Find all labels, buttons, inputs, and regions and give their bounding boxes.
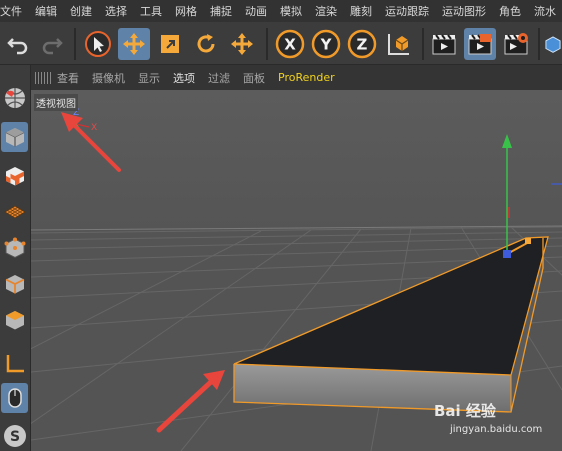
select-tool-button[interactable] bbox=[82, 28, 114, 60]
menu-mograph[interactable]: 运动图形 bbox=[442, 3, 486, 19]
viewport-menu-filter[interactable]: 过滤 bbox=[208, 70, 230, 86]
texture-mode-button[interactable] bbox=[1, 161, 28, 191]
x-axis-handle[interactable] bbox=[525, 238, 531, 244]
menu-render[interactable]: 渲染 bbox=[315, 3, 337, 19]
live-selection-button[interactable] bbox=[226, 28, 258, 60]
rotate-icon bbox=[197, 34, 215, 53]
grid-plane-icon bbox=[3, 205, 26, 219]
axis-x-icon: X bbox=[275, 29, 305, 59]
undo-icon bbox=[7, 38, 28, 55]
menu-bar: 文件 编辑 创建 选择 工具 网格 捕捉 动画 模拟 渲染 雕刻 运动跟踪 运动… bbox=[0, 0, 562, 22]
menu-select[interactable]: 选择 bbox=[105, 3, 127, 19]
menu-tools[interactable]: 工具 bbox=[140, 3, 162, 19]
menu-file[interactable]: 文件 bbox=[0, 3, 22, 19]
toolbar-separator bbox=[538, 28, 540, 60]
axis-label-x: X bbox=[91, 123, 97, 133]
mouse-icon bbox=[7, 388, 22, 408]
rotate-tool-button[interactable] bbox=[190, 28, 222, 60]
redo-icon bbox=[42, 38, 63, 55]
render-settings-icon bbox=[504, 33, 528, 55]
undo-button[interactable] bbox=[2, 28, 34, 60]
z-axis-handle[interactable] bbox=[503, 250, 511, 258]
toolbar-separator bbox=[266, 28, 268, 60]
checker-cube-icon bbox=[5, 167, 24, 186]
svg-text:X: X bbox=[284, 36, 296, 54]
svg-text:Y: Y bbox=[320, 36, 333, 54]
axis-corner-icon bbox=[6, 355, 24, 373]
svg-text:S: S bbox=[9, 429, 19, 445]
axis-mode-button[interactable] bbox=[1, 349, 28, 379]
axis-x-button[interactable]: X bbox=[274, 28, 306, 60]
redo-button[interactable] bbox=[36, 28, 68, 60]
toolbar-separator bbox=[74, 28, 76, 60]
snap-button[interactable]: S bbox=[1, 421, 28, 451]
viewport-menu-bar: 查看 摄像机 显示 选项 过滤 面板 ProRender bbox=[31, 65, 562, 90]
watermark-url: jingyan.baidu.com bbox=[450, 424, 543, 435]
render-settings-button[interactable] bbox=[500, 28, 532, 60]
perspective-viewport[interactable]: Z X bbox=[31, 90, 562, 451]
cursor-icon bbox=[85, 31, 111, 57]
left-palette: S bbox=[0, 65, 31, 451]
drag-handle-icon[interactable] bbox=[35, 71, 51, 84]
clapperboard-icon bbox=[432, 34, 456, 55]
menu-simulate[interactable]: 模拟 bbox=[280, 3, 302, 19]
viewport-label: 透视视图 bbox=[34, 94, 78, 111]
menu-character[interactable]: 角色 bbox=[499, 3, 521, 19]
menu-animate[interactable]: 动画 bbox=[245, 3, 267, 19]
menu-sculpt[interactable]: 雕刻 bbox=[350, 3, 372, 19]
polygons-mode-button[interactable] bbox=[1, 305, 28, 335]
model-mode-button[interactable] bbox=[1, 83, 28, 113]
viewport-menu-view[interactable]: 查看 bbox=[57, 70, 79, 86]
points-cube-icon bbox=[4, 237, 25, 259]
scale-icon bbox=[161, 35, 179, 53]
cube-object-button[interactable] bbox=[544, 28, 562, 60]
coordinate-system-button[interactable] bbox=[382, 28, 414, 60]
menu-pipeline[interactable]: 流水 bbox=[534, 3, 556, 19]
menu-mesh[interactable]: 网格 bbox=[175, 3, 197, 19]
axis-z-icon: Z bbox=[347, 29, 377, 59]
axis-y-button[interactable]: Y bbox=[310, 28, 342, 60]
menu-motion-tracking[interactable]: 运动跟踪 bbox=[385, 3, 429, 19]
menu-snap[interactable]: 捕捉 bbox=[210, 3, 232, 19]
menu-create[interactable]: 创建 bbox=[70, 3, 92, 19]
move-icon bbox=[123, 33, 145, 55]
edges-mode-button[interactable] bbox=[1, 269, 28, 299]
points-mode-button[interactable] bbox=[1, 233, 28, 263]
viewport-scene: Z X bbox=[31, 90, 562, 451]
menu-edit[interactable]: 编辑 bbox=[35, 3, 57, 19]
object-mode-button[interactable] bbox=[1, 122, 28, 152]
workplane-mode-button[interactable] bbox=[1, 197, 28, 227]
cube-icon bbox=[545, 36, 561, 53]
svg-text:Z: Z bbox=[357, 36, 368, 54]
viewport-menu-cameras[interactable]: 摄像机 bbox=[92, 70, 125, 86]
watermark-brand: Bai 经验 bbox=[434, 402, 496, 420]
axis-y-icon: Y bbox=[311, 29, 341, 59]
viewport-menu-prorender[interactable]: ProRender bbox=[278, 71, 335, 84]
toolbar-separator bbox=[422, 28, 424, 60]
tweak-mode-button[interactable] bbox=[1, 383, 28, 413]
move-tool-button[interactable] bbox=[118, 28, 150, 60]
cube-mode-icon bbox=[5, 128, 24, 147]
coordinate-system-icon bbox=[388, 34, 409, 55]
viewport-menu-display[interactable]: 显示 bbox=[138, 70, 160, 86]
clapperboard-play-icon bbox=[468, 34, 492, 55]
viewport-menu-panel[interactable]: 面板 bbox=[243, 70, 265, 86]
globe-icon bbox=[4, 88, 25, 108]
scale-tool-button[interactable] bbox=[154, 28, 186, 60]
edges-cube-icon bbox=[5, 275, 24, 294]
main-toolbar: X Y Z bbox=[0, 22, 562, 65]
snap-s-icon: S bbox=[3, 425, 26, 447]
transform-icon bbox=[231, 33, 253, 55]
render-to-picture-viewer-button[interactable] bbox=[464, 28, 496, 60]
axis-z-button[interactable]: Z bbox=[346, 28, 378, 60]
polygons-cube-icon bbox=[5, 311, 24, 330]
render-view-button[interactable] bbox=[428, 28, 460, 60]
viewport-menu-options[interactable]: 选项 bbox=[173, 70, 195, 86]
